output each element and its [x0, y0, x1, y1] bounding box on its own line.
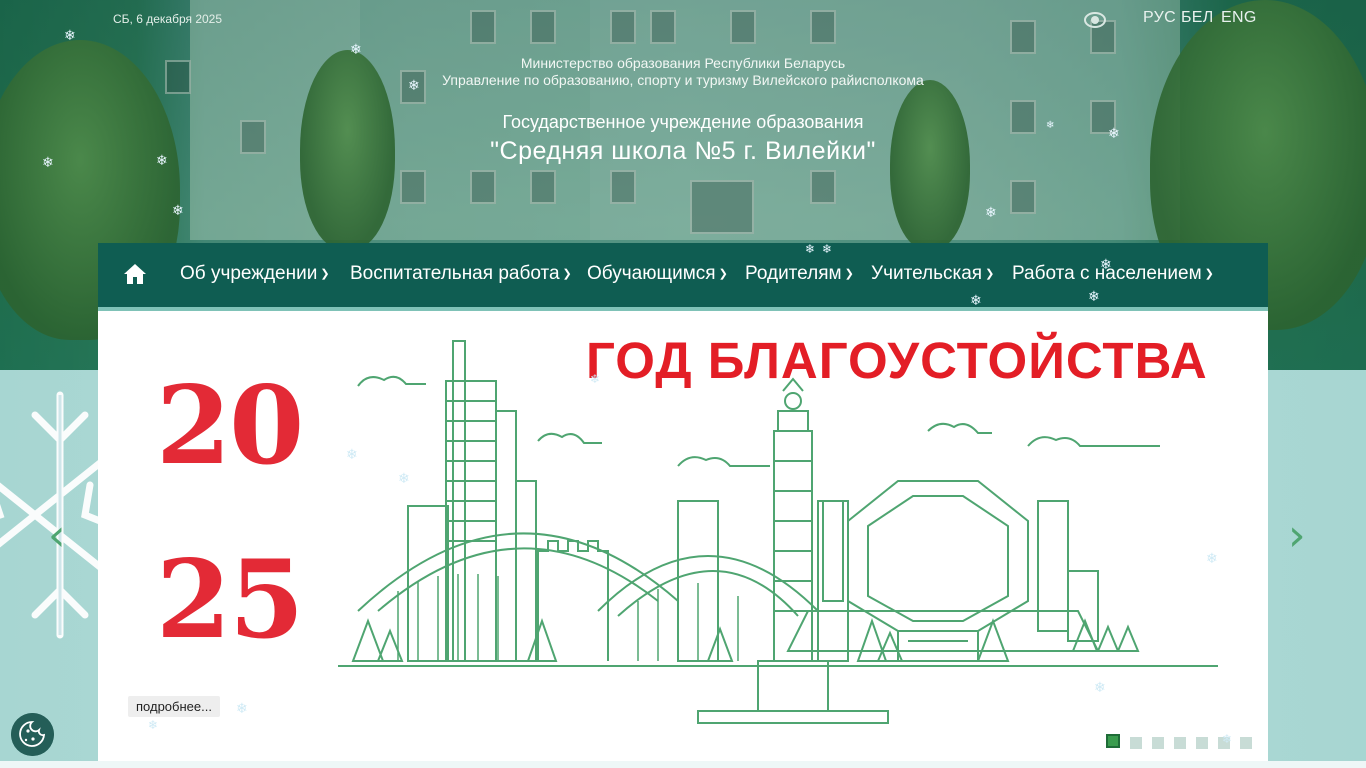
- snowflake-icon: ❄: [350, 42, 362, 58]
- background-window: [810, 10, 836, 44]
- chevron-right-icon[interactable]: ›: [1288, 510, 1306, 561]
- snowflake-icon: ❄: [42, 155, 54, 171]
- background-window: [1010, 20, 1036, 54]
- snowflake-icon: ❄: [408, 78, 420, 94]
- slide-year-top: 20: [156, 363, 304, 489]
- banner-slider: ГОД БЛАГОУСТОЙСТВА 20 25: [98, 307, 1268, 765]
- nav-item-parents[interactable]: Родителям ❯: [745, 263, 854, 285]
- background-door: [690, 180, 754, 234]
- background-window: [530, 170, 556, 204]
- chevron-left-icon[interactable]: ‹: [48, 510, 66, 561]
- background-window: [530, 10, 556, 44]
- nav-item-label: Воспитательная работа: [350, 263, 560, 284]
- snowflake-icon: ❄: [398, 471, 410, 487]
- bottom-strip: [0, 761, 1366, 768]
- nav-item-label: Обучающимся: [587, 263, 716, 284]
- chevron-down-icon: ❯: [1204, 268, 1214, 280]
- chevron-down-icon: ❯: [844, 268, 854, 280]
- nav-item-label: Об учреждении: [180, 263, 318, 284]
- snowflake-icon: ❄: [148, 718, 159, 732]
- background-window: [470, 170, 496, 204]
- eye-icon[interactable]: [1084, 10, 1106, 30]
- slider-dot-5[interactable]: [1196, 737, 1208, 749]
- department-title: Управление по образованию, спорту и тури…: [442, 72, 924, 88]
- lang-rus-link[interactable]: РУС: [1143, 9, 1176, 27]
- lang-bel-link[interactable]: БЕЛ: [1181, 9, 1214, 27]
- chevron-down-icon: ❯: [320, 268, 330, 280]
- snowflake-icon: ❄: [1108, 126, 1120, 142]
- snowflake-icon: ❄: [822, 242, 833, 256]
- snowflake-icon: ❄: [1046, 120, 1055, 131]
- school-name[interactable]: "Средняя школа №5 г. Вилейки": [0, 137, 1366, 166]
- background-window: [400, 170, 426, 204]
- slide-year-bottom: 25: [156, 537, 304, 663]
- background-window: [610, 170, 636, 204]
- snowflake-icon: ❄: [590, 372, 601, 386]
- institution-type: Государственное учреждение образования: [502, 112, 864, 132]
- snowflake-icon: ❄: [970, 293, 982, 309]
- snowflake-icon: ❄: [1222, 732, 1233, 746]
- snowflake-icon: ❄: [1094, 680, 1106, 696]
- snowflake-icon: ❄: [236, 701, 248, 717]
- background-window: [730, 10, 756, 44]
- nav-item-label: Родителям: [745, 263, 842, 284]
- snowflake-icon: ❄: [346, 447, 358, 463]
- slider-dot-2[interactable]: [1130, 737, 1142, 749]
- slider-dot-4[interactable]: [1174, 737, 1186, 749]
- nav-item-label: Учительская: [871, 263, 983, 284]
- slider-dot-7[interactable]: [1240, 737, 1252, 749]
- ministry-title: Министерство образования Республики Бела…: [520, 55, 846, 71]
- snowflake-icon: ❄: [1088, 289, 1100, 305]
- snowflake-icon: ❄: [1206, 551, 1218, 567]
- snowflake-icon: ❄: [64, 28, 76, 44]
- more-button[interactable]: подробнее...: [128, 696, 220, 717]
- current-date: СБ, 6 декабря 2025: [113, 12, 223, 26]
- chevron-down-icon: ❯: [718, 268, 728, 280]
- cookie-icon[interactable]: [11, 713, 54, 756]
- home-icon[interactable]: [123, 262, 147, 286]
- chevron-down-icon: ❯: [985, 268, 995, 280]
- background-window: [1010, 180, 1036, 214]
- slider-dot-1[interactable]: [1106, 734, 1120, 748]
- slider-dot-3[interactable]: [1152, 737, 1164, 749]
- snowflake-icon: ❄: [156, 153, 168, 169]
- background-window: [810, 170, 836, 204]
- lang-eng-link[interactable]: ENG: [1221, 9, 1257, 27]
- snowflake-icon: ❄: [805, 242, 816, 256]
- nav-item-public[interactable]: Работа с населением ❯: [1012, 263, 1214, 285]
- nav-item-about[interactable]: Об учреждении ❯: [180, 263, 330, 285]
- snowflake-icon: ❄: [985, 205, 997, 221]
- background-window: [470, 10, 496, 44]
- chevron-down-icon: ❯: [562, 268, 572, 280]
- nav-item-students[interactable]: Обучающимся ❯: [587, 263, 728, 285]
- background-window: [650, 10, 676, 44]
- nav-item-teachers[interactable]: Учительская ❯: [871, 263, 994, 285]
- snowflake-icon: ❄: [1100, 257, 1112, 273]
- snowflake-icon: ❄: [172, 203, 184, 219]
- nav-item-upbringing[interactable]: Воспитательная работа ❯: [350, 263, 572, 285]
- background-window: [610, 10, 636, 44]
